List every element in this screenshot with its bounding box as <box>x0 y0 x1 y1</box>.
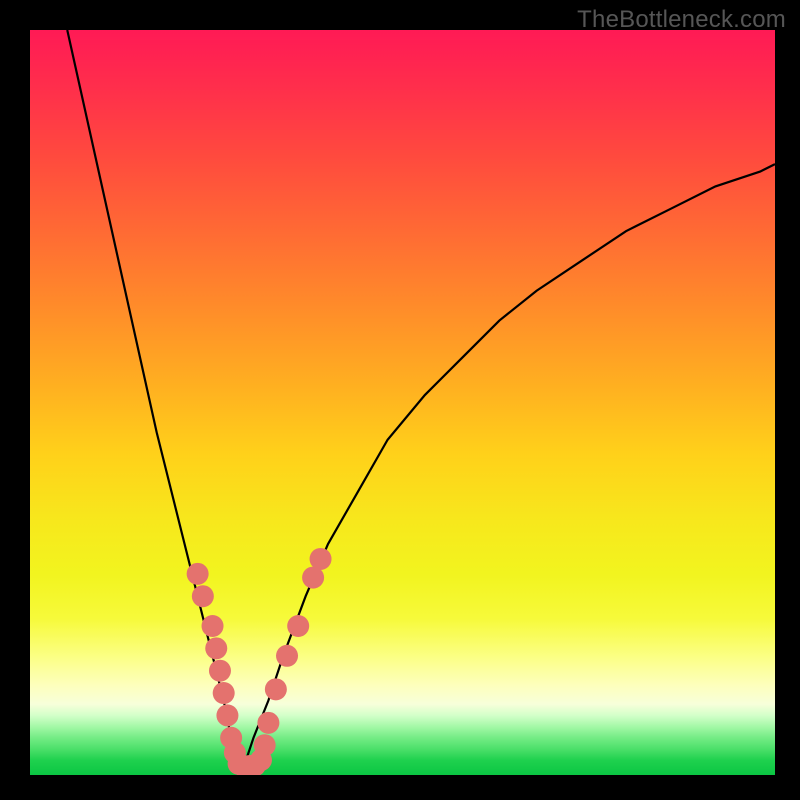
right-branch-curve <box>239 164 775 767</box>
data-dot <box>209 660 231 682</box>
data-dot <box>187 563 209 585</box>
data-dot <box>276 645 298 667</box>
data-dot <box>213 682 235 704</box>
plot-area <box>30 30 775 775</box>
data-dot <box>205 637 227 659</box>
highlighted-dots <box>187 548 332 775</box>
data-dot <box>257 712 279 734</box>
data-dot <box>192 585 214 607</box>
data-dot <box>265 678 287 700</box>
watermark-text: TheBottleneck.com <box>577 6 786 34</box>
outer-frame: TheBottleneck.com <box>0 0 800 800</box>
data-dot <box>287 615 309 637</box>
curve-layer <box>30 30 775 775</box>
data-dot <box>216 704 238 726</box>
data-dot <box>202 615 224 637</box>
data-dot <box>254 734 276 756</box>
data-dot <box>310 548 332 570</box>
